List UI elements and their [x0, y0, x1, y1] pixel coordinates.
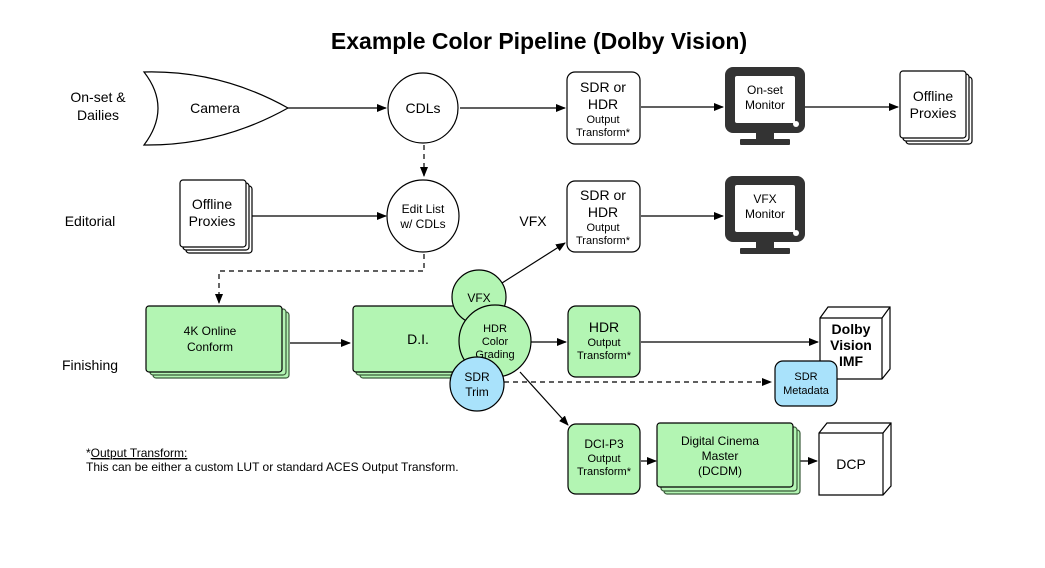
- vfx-transform-label-line2: HDR: [588, 204, 618, 220]
- vfx-circle-label: VFX: [467, 291, 490, 305]
- conform-label-line1: 4K Online: [184, 324, 237, 338]
- sdr-trim-node: SDR Trim: [449, 356, 505, 412]
- offline-proxies-editorial-node: Offline Proxies: [179, 179, 253, 254]
- hdr-output-label-line2: Output: [587, 337, 620, 349]
- transform-label-line1: SDR or: [580, 79, 626, 95]
- cdls-node: CDLs: [387, 72, 459, 144]
- dcp-label: DCP: [836, 456, 866, 472]
- transform-label-line3: Output: [586, 114, 619, 126]
- sdr-trim-label-line1: SDR: [464, 370, 490, 384]
- edit-list-label-line2: w/ CDLs: [399, 217, 445, 231]
- hdr-output-transform-node: HDR Output Transform*: [567, 305, 641, 378]
- vfx-transform-label-line4: Transform*: [576, 235, 631, 247]
- onset-monitor-label-line2: Monitor: [745, 98, 785, 112]
- lane-label-vfx: VFX: [519, 213, 547, 229]
- edge-vfx-transform: [501, 242, 566, 284]
- hdr-output-label-line3: Transform*: [577, 350, 632, 362]
- edge-editlist-conform: [215, 254, 425, 304]
- footnote-body: This can be either a custom LUT or stand…: [86, 460, 459, 474]
- footnote-heading: *Output Transform:: [86, 446, 187, 460]
- onset-output-transform-node: SDR or HDR Output Transform*: [566, 71, 641, 145]
- cdls-label: CDLs: [405, 100, 440, 116]
- vfx-output-transform-node: SDR or HDR Output Transform*: [566, 180, 641, 253]
- metadata-label-line2: Metadata: [783, 385, 830, 397]
- footnote: *Output Transform: This can be either a …: [86, 446, 459, 474]
- dcp-node: DCP: [818, 422, 892, 496]
- camera-node: Camera: [142, 71, 290, 146]
- sdr-metadata-node: SDR Metadata: [774, 360, 838, 407]
- vfx-transform-label-line1: SDR or: [580, 187, 626, 203]
- lane-label-onset: On-set &: [70, 89, 126, 105]
- offline-proxies-label-line1: Offline: [913, 88, 953, 104]
- offline-proxies-label-line2: Proxies: [910, 105, 957, 121]
- dcdm-label-line2: Master: [702, 449, 739, 463]
- transform-label-line2: HDR: [588, 96, 618, 112]
- editorial-proxies-label-line1: Offline: [192, 196, 232, 212]
- onset-monitor-label-line1: On-set: [747, 83, 784, 97]
- imf-label-line3: IMF: [839, 353, 864, 369]
- lane-label-finishing: Finishing: [62, 357, 118, 373]
- grading-label-line2: Color: [482, 336, 509, 348]
- grading-label-line1: HDR: [483, 323, 507, 335]
- dcdm-node: Digital Cinema Master (DCDM): [656, 422, 801, 495]
- transform-label-line4: Transform*: [576, 127, 631, 139]
- lane-onset-dailies: On-set & Dailies: [70, 89, 126, 123]
- edit-list-node: Edit List w/ CDLs: [386, 179, 460, 253]
- vfx-monitor-label-line1: VFX: [753, 192, 776, 206]
- vfx-transform-label-line3: Output: [586, 222, 619, 234]
- imf-label-line1: Dolby: [832, 321, 871, 337]
- pipeline-diagram: Example Color Pipeline (Dolby Vision) On…: [62, 28, 973, 496]
- dcdm-label-line3: (DCDM): [698, 464, 742, 478]
- imf-label-line2: Vision: [830, 337, 872, 353]
- editorial-proxies-label-line2: Proxies: [189, 213, 236, 229]
- lane-label-dailies: Dailies: [77, 107, 119, 123]
- sdr-trim-label-line2: Trim: [465, 385, 489, 399]
- metadata-label-line1: SDR: [794, 371, 817, 383]
- edge-grading-dcip3: [519, 371, 569, 426]
- vfx-monitor-node: VFX Monitor: [725, 176, 805, 254]
- diagram-title: Example Color Pipeline (Dolby Vision): [331, 28, 747, 54]
- dcip3-label-line2: Output: [587, 453, 620, 465]
- edit-list-label-line1: Edit List: [402, 202, 445, 216]
- vfx-monitor-label-line2: Monitor: [745, 207, 785, 221]
- conform-label-line2: Conform: [187, 340, 233, 354]
- dcip3-output-transform-node: DCI-P3 Output Transform*: [567, 423, 641, 495]
- camera-label: Camera: [190, 100, 240, 116]
- hdr-output-label-line1: HDR: [589, 319, 619, 335]
- onset-monitor-node: On-set Monitor: [725, 67, 805, 145]
- di-label: D.I.: [407, 331, 429, 347]
- online-conform-node: 4K Online Conform: [145, 305, 290, 379]
- footnote-heading-text: Output Transform:: [91, 446, 188, 460]
- dcip3-label-line1: DCI-P3: [584, 437, 624, 451]
- dcip3-label-line3: Transform*: [577, 466, 632, 478]
- dcdm-label-line1: Digital Cinema: [681, 434, 759, 448]
- lane-label-editorial: Editorial: [65, 213, 116, 229]
- offline-proxies-onset-node: Offline Proxies: [899, 70, 973, 145]
